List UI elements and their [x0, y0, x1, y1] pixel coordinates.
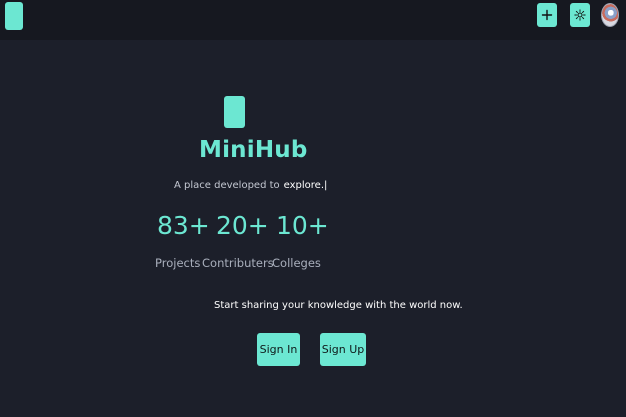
add-project-button[interactable] — [537, 3, 557, 27]
sign-in-button[interactable]: Sign In — [257, 333, 300, 366]
stat-contributors-value: 20+ — [216, 211, 269, 240]
plus-icon — [541, 9, 553, 21]
tagline-prefix: A place developed to — [174, 180, 280, 191]
user-avatar[interactable] — [601, 3, 619, 27]
stat-colleges-value: 10+ — [276, 211, 329, 240]
tagline: A place developed to explore.| — [174, 180, 327, 191]
theme-toggle-button[interactable] — [570, 3, 590, 27]
hero-logo — [224, 96, 245, 128]
page-title: MiniHub — [199, 137, 308, 163]
stat-projects-label: Projects — [155, 256, 201, 270]
sign-up-button[interactable]: Sign Up — [320, 333, 366, 366]
stat-projects-value: 83+ — [157, 211, 210, 240]
cta-message: Start sharing your knowledge with the wo… — [214, 300, 463, 311]
theme-toggle-icon — [574, 9, 586, 21]
top-navbar — [0, 0, 626, 40]
tagline-typed-word: explore.| — [283, 180, 328, 191]
stat-contributors-label: Contributers — [202, 256, 274, 270]
stat-colleges-label: Colleges — [272, 256, 321, 270]
home-logo-button[interactable] — [5, 2, 23, 30]
